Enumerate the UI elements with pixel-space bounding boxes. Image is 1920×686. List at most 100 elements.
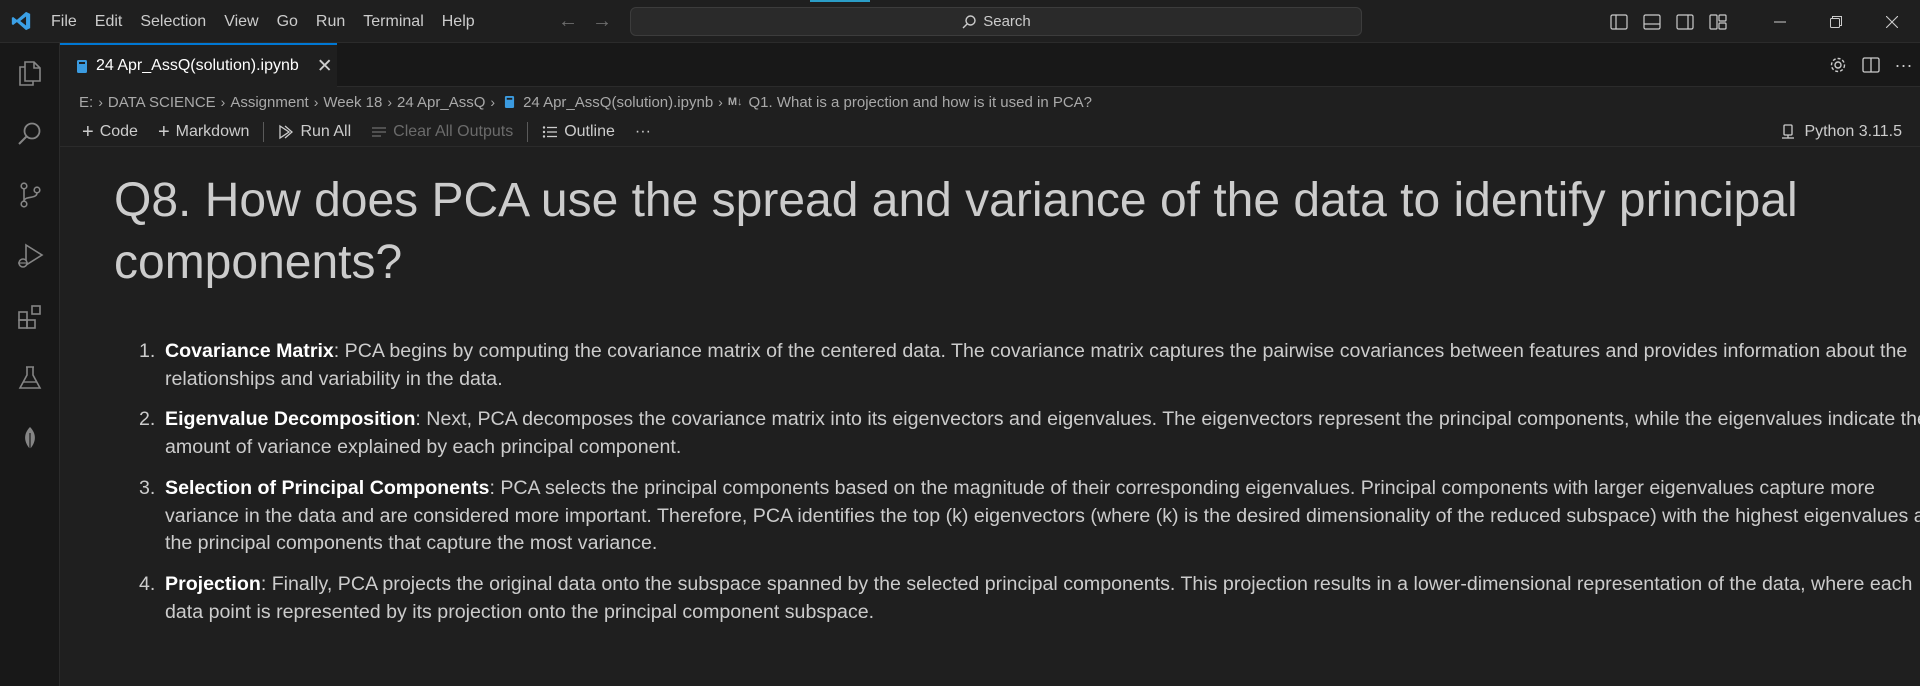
clear-all-outputs-button[interactable]: Clear All Outputs [361, 117, 523, 147]
gear-icon[interactable] [1821, 43, 1854, 87]
list-item: 3. Selection of Principal Components: PC… [114, 475, 1920, 558]
notebook-file-icon [504, 96, 515, 108]
toggle-primary-sidebar-icon[interactable] [1602, 0, 1635, 43]
run-all-button[interactable]: Run All [268, 117, 361, 147]
close-tab-icon[interactable]: ✕ [317, 55, 333, 78]
search-icon[interactable] [14, 118, 46, 150]
more-label: ··· [634, 122, 651, 140]
search-icon [962, 14, 976, 28]
menu-selection[interactable]: Selection [131, 0, 215, 43]
menu-view[interactable]: View [215, 0, 267, 43]
kernel-picker[interactable]: Python 3.11.5 [1780, 117, 1902, 147]
add-markdown-cell-button[interactable]: + Markdown [148, 117, 260, 147]
leaf-icon[interactable] [14, 423, 46, 455]
chevron-right-icon: › [98, 94, 103, 110]
editor-actions: ··· [1821, 43, 1920, 87]
tab-title: 24 Apr_AssQ(solution).ipynb [96, 57, 299, 74]
outline-list-icon [543, 125, 558, 138]
customize-layout-icon[interactable] [1701, 0, 1734, 43]
menu-bar: File Edit Selection View Go Run Terminal… [42, 0, 484, 43]
plus-icon: + [82, 120, 94, 143]
close-window-icon[interactable] [1864, 0, 1920, 43]
forward-arrow-icon[interactable]: → [592, 10, 612, 33]
outline-button[interactable]: Outline [532, 117, 625, 147]
toggle-secondary-sidebar-icon[interactable] [1668, 0, 1701, 43]
clear-all-label: Clear All Outputs [393, 122, 514, 140]
breadcrumb-item[interactable]: DATA SCIENCE [108, 94, 216, 111]
menu-run[interactable]: Run [307, 0, 354, 43]
breadcrumb-item[interactable]: Assignment [230, 94, 308, 111]
menu-terminal[interactable]: Terminal [354, 0, 432, 43]
point-text: : Next, PCA decomposes the covariance ma… [165, 408, 1920, 459]
run-debug-icon[interactable] [14, 240, 46, 272]
toolbar-divider [527, 121, 529, 142]
point-title: Eigenvalue Decomposition [165, 408, 416, 431]
add-code-cell-button[interactable]: + Code [72, 117, 148, 147]
point-text: : Finally, PCA projects the original dat… [165, 572, 1913, 623]
explorer-icon[interactable] [14, 57, 46, 89]
list-item: 1. Covariance Matrix: PCA begins by comp… [114, 338, 1920, 393]
tab-notebook[interactable]: 24 Apr_AssQ(solution).ipynb ✕ [60, 43, 337, 87]
list-number: 3. [139, 476, 156, 499]
list-number: 4. [139, 572, 156, 595]
menu-help[interactable]: Help [433, 0, 484, 43]
testing-icon[interactable] [14, 362, 46, 394]
minimize-icon[interactable] [1752, 0, 1808, 43]
breadcrumb-item[interactable]: 24 Apr_AssQ(solution).ipynb [523, 94, 713, 111]
restore-icon[interactable] [1808, 0, 1864, 43]
list-item: 4. Projection: Finally, PCA projects the… [114, 571, 1920, 626]
toolbar-divider [263, 121, 265, 142]
source-control-icon[interactable] [14, 179, 46, 211]
split-editor-icon[interactable] [1854, 43, 1887, 87]
back-arrow-icon[interactable]: ← [558, 10, 578, 33]
point-title: Projection [165, 572, 261, 595]
answer-list: 1. Covariance Matrix: PCA begins by comp… [114, 338, 1920, 639]
title-accent [810, 0, 870, 2]
chevron-right-icon: › [490, 94, 496, 110]
point-text: : PCA begins by computing the covariance… [165, 340, 1908, 390]
list-item: 2. Eigenvalue Decomposition: Next, PCA d… [114, 406, 1920, 461]
menu-go[interactable]: Go [268, 0, 307, 43]
breadcrumb: E: › DATA SCIENCE › Assignment › Week 18… [60, 87, 1920, 117]
chevron-right-icon: › [718, 94, 723, 110]
more-actions-icon[interactable]: ··· [1887, 43, 1920, 87]
breadcrumb-item[interactable]: Q1. What is a projection and how is it u… [749, 94, 1093, 111]
menu-edit[interactable]: Edit [86, 0, 132, 43]
menu-file[interactable]: File [42, 0, 86, 43]
command-center-search[interactable]: Search [630, 7, 1362, 36]
run-all-label: Run All [300, 122, 352, 140]
activity-bar [0, 43, 60, 686]
chevron-right-icon: › [220, 94, 226, 110]
breadcrumb-item[interactable]: 24 Apr_AssQ [397, 94, 485, 111]
notebook-file-icon [77, 59, 87, 73]
point-title: Covariance Matrix [165, 340, 334, 362]
notebook-toolbar: + Code + Markdown Run All Clear All Outp… [60, 117, 1920, 147]
title-bar: File Edit Selection View Go Run Terminal… [0, 0, 1920, 43]
extensions-icon[interactable] [14, 301, 46, 333]
markdown-icon: M↓ [727, 96, 743, 108]
plus-icon: + [157, 120, 170, 143]
breadcrumb-item[interactable]: Week 18 [323, 94, 382, 111]
chevron-right-icon: › [387, 94, 392, 110]
kernel-icon [1782, 124, 1795, 139]
kernel-label: Python 3.11.5 [1804, 123, 1902, 140]
cell-heading: Q8. How does PCA use the spread and vari… [114, 174, 1798, 289]
point-title: Selection of Principal Components [165, 476, 490, 499]
add-code-label: Code [99, 122, 138, 140]
navigation-arrows: ← → [558, 0, 612, 43]
toggle-panel-icon[interactable] [1635, 0, 1668, 43]
clear-all-icon [372, 126, 387, 137]
breadcrumb-item[interactable]: E: [79, 94, 93, 111]
title-bar-controls [1602, 0, 1920, 43]
more-toolbar-actions-button[interactable]: ··· [625, 117, 661, 147]
list-number: 2. [139, 408, 156, 431]
add-markdown-label: Markdown [175, 122, 250, 140]
search-label: Search [983, 13, 1031, 30]
list-number: 1. [139, 340, 156, 362]
outline-label: Outline [564, 122, 615, 140]
notebook-cell[interactable]: Q8. How does PCA use the spread and vari… [60, 148, 1920, 686]
vscode-logo-icon [0, 0, 42, 43]
editor-tab-bar: 24 Apr_AssQ(solution).ipynb ✕ ··· [60, 43, 1920, 87]
run-all-icon [279, 124, 294, 139]
chevron-right-icon: › [313, 94, 319, 110]
